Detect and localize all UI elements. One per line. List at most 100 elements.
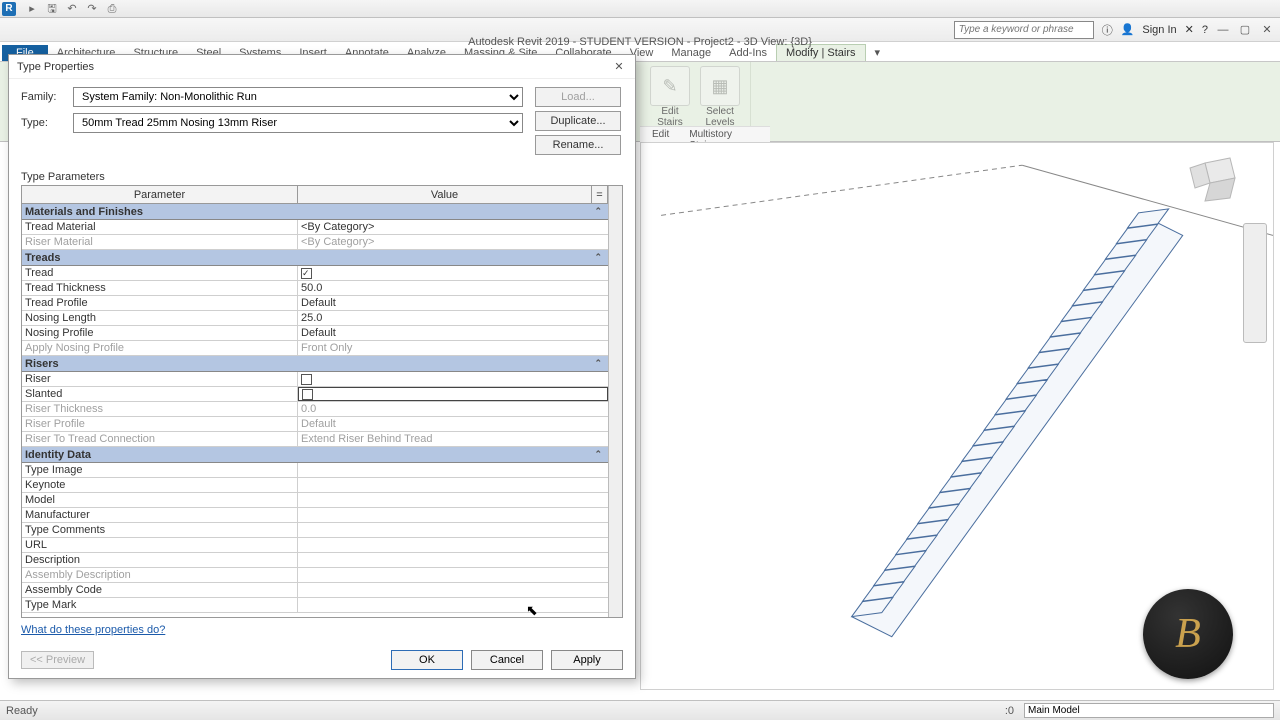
- collapse-icon[interactable]: ⌃: [594, 252, 602, 263]
- param-value[interactable]: [298, 493, 608, 507]
- apply-button[interactable]: Apply: [551, 650, 623, 670]
- param-row[interactable]: Riser: [22, 372, 608, 387]
- signin-label[interactable]: Sign In: [1142, 24, 1176, 36]
- preview-button[interactable]: << Preview: [21, 651, 94, 669]
- param-value[interactable]: <By Category>: [298, 235, 608, 249]
- param-value[interactable]: 25.0: [298, 311, 608, 325]
- param-value[interactable]: 50.0: [298, 281, 608, 295]
- table-scrollbar[interactable]: [608, 186, 622, 617]
- param-value[interactable]: [298, 568, 608, 582]
- param-value[interactable]: [298, 598, 608, 612]
- qat-print-icon[interactable]: ⎙: [104, 1, 120, 17]
- param-row[interactable]: Riser Thickness0.0: [22, 402, 608, 417]
- param-row[interactable]: Keynote: [22, 478, 608, 493]
- properties-help-link[interactable]: What do these properties do?: [21, 624, 623, 636]
- param-row[interactable]: Manufacturer: [22, 508, 608, 523]
- group-materials-and-finishes[interactable]: Materials and Finishes⌃: [22, 204, 608, 220]
- help-icon[interactable]: ?: [1202, 24, 1208, 36]
- param-value[interactable]: [298, 553, 608, 567]
- search-input[interactable]: [954, 21, 1094, 39]
- param-name: Slanted: [22, 387, 298, 401]
- qat-open-icon[interactable]: ▸: [24, 1, 40, 17]
- navigation-bar[interactable]: [1243, 223, 1267, 343]
- qat-undo-icon[interactable]: ↶: [64, 1, 80, 17]
- param-value[interactable]: [298, 538, 608, 552]
- cancel-button[interactable]: Cancel: [471, 650, 543, 670]
- param-value[interactable]: Front Only: [298, 341, 608, 355]
- duplicate-button[interactable]: Duplicate...: [535, 111, 621, 131]
- 3d-view-canvas[interactable]: B: [640, 142, 1274, 690]
- tab-pin-icon[interactable]: ▾: [866, 44, 890, 61]
- checkbox[interactable]: [301, 374, 312, 385]
- param-row[interactable]: Nosing ProfileDefault: [22, 326, 608, 341]
- param-row[interactable]: Tread ProfileDefault: [22, 296, 608, 311]
- edit-stairs-button[interactable]: ✎: [650, 66, 690, 106]
- param-row[interactable]: Riser To Tread ConnectionExtend Riser Be…: [22, 432, 608, 447]
- param-value[interactable]: [298, 478, 608, 492]
- type-select[interactable]: 50mm Tread 25mm Nosing 13mm Riser: [73, 113, 523, 133]
- param-value[interactable]: Default: [298, 326, 608, 340]
- param-row[interactable]: Type Mark: [22, 598, 608, 613]
- param-value[interactable]: <By Category>: [298, 220, 608, 234]
- param-row[interactable]: URL: [22, 538, 608, 553]
- param-name: Type Mark: [22, 598, 298, 612]
- param-value[interactable]: 0.0: [298, 402, 608, 416]
- param-name: Assembly Code: [22, 583, 298, 597]
- rename-button[interactable]: Rename...: [535, 135, 621, 155]
- param-name: Nosing Profile: [22, 326, 298, 340]
- param-value[interactable]: [298, 463, 608, 477]
- param-row[interactable]: Tread Material<By Category>: [22, 220, 608, 235]
- workset-input[interactable]: [1024, 703, 1274, 718]
- view-cube[interactable]: [1185, 153, 1245, 203]
- param-row[interactable]: Assembly Code: [22, 583, 608, 598]
- info-icon[interactable]: ⓘ: [1102, 22, 1113, 38]
- dialog-close-button[interactable]: ✕: [611, 60, 627, 73]
- param-row[interactable]: Tread Thickness50.0: [22, 281, 608, 296]
- param-row[interactable]: Riser Material<By Category>: [22, 235, 608, 250]
- param-value[interactable]: [298, 387, 608, 401]
- param-name: Type Image: [22, 463, 298, 477]
- param-row[interactable]: Assembly Description: [22, 568, 608, 583]
- param-row[interactable]: Type Comments: [22, 523, 608, 538]
- qat-redo-icon[interactable]: ↷: [84, 1, 100, 17]
- param-value[interactable]: Default: [298, 417, 608, 431]
- param-value[interactable]: [298, 583, 608, 597]
- param-row[interactable]: Riser ProfileDefault: [22, 417, 608, 432]
- param-value[interactable]: [298, 523, 608, 537]
- param-row[interactable]: Description: [22, 553, 608, 568]
- param-value[interactable]: Default: [298, 296, 608, 310]
- col-parameter: Parameter: [22, 186, 298, 203]
- param-value[interactable]: [298, 266, 608, 280]
- family-select[interactable]: System Family: Non-Monolithic Run: [73, 87, 523, 107]
- collapse-icon[interactable]: ⌃: [594, 358, 602, 369]
- minimize-button[interactable]: —: [1216, 23, 1230, 37]
- close-button[interactable]: ✕: [1260, 23, 1274, 37]
- maximize-button[interactable]: ▢: [1238, 23, 1252, 37]
- group-risers[interactable]: Risers⌃: [22, 356, 608, 372]
- collapse-icon[interactable]: ⌃: [594, 449, 602, 460]
- qat-save-icon[interactable]: 🖫: [44, 1, 60, 17]
- param-row[interactable]: Tread: [22, 266, 608, 281]
- param-name: Nosing Length: [22, 311, 298, 325]
- exchange-icon[interactable]: ✕: [1185, 23, 1194, 36]
- ok-button[interactable]: OK: [391, 650, 463, 670]
- param-name: Tread Material: [22, 220, 298, 234]
- collapse-icon[interactable]: ⌃: [594, 206, 602, 217]
- param-value[interactable]: [298, 508, 608, 522]
- checkbox[interactable]: [301, 268, 312, 279]
- param-value[interactable]: Extend Riser Behind Tread: [298, 432, 608, 446]
- status-ready: Ready: [6, 705, 38, 717]
- load-button[interactable]: Load...: [535, 87, 621, 107]
- param-row[interactable]: Nosing Length25.0: [22, 311, 608, 326]
- group-identity-data[interactable]: Identity Data⌃: [22, 447, 608, 463]
- group-treads[interactable]: Treads⌃: [22, 250, 608, 266]
- param-row[interactable]: Type Image: [22, 463, 608, 478]
- param-value[interactable]: [298, 372, 608, 386]
- param-row[interactable]: Model: [22, 493, 608, 508]
- user-icon[interactable]: 👤: [1121, 23, 1135, 36]
- dialog-title: Type Properties: [17, 61, 94, 73]
- param-row[interactable]: Apply Nosing ProfileFront Only: [22, 341, 608, 356]
- checkbox[interactable]: [302, 389, 313, 400]
- select-levels-button[interactable]: ▦: [700, 66, 740, 106]
- param-row[interactable]: Slanted: [22, 387, 608, 402]
